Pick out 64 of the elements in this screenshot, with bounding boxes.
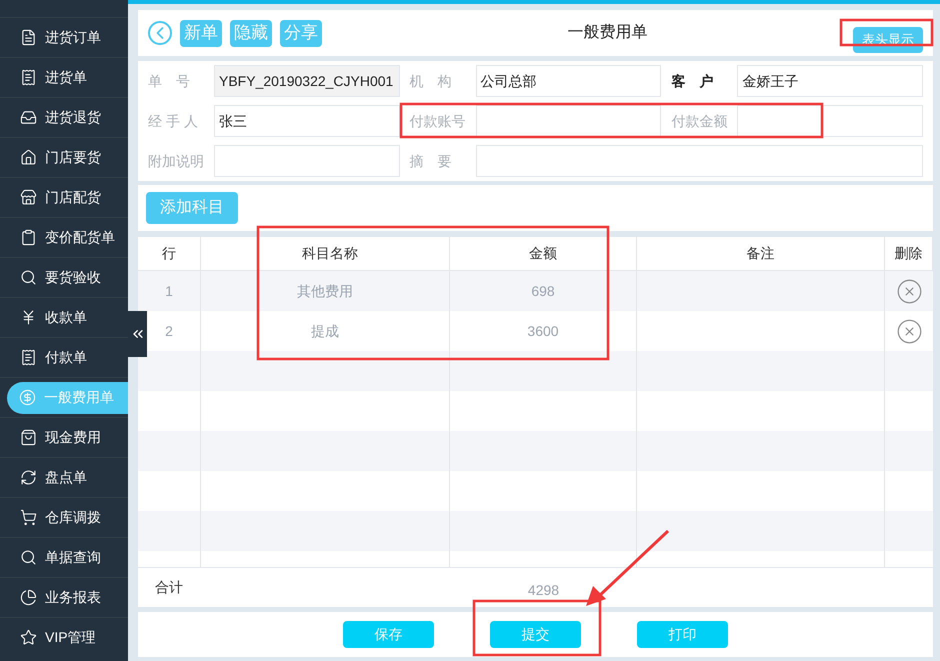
field-label: 付款账号 — [410, 112, 467, 130]
sidebar-item[interactable]: 仓库调拨 — [0, 502, 128, 534]
field-label: 机 构 — [410, 72, 453, 90]
input-field[interactable] — [737, 105, 923, 137]
house-icon — [20, 149, 37, 166]
sidebar-item[interactable]: 付款单 — [0, 342, 128, 374]
sidebar-item[interactable]: 收款单 — [0, 302, 128, 334]
field-label: 客 户 — [671, 72, 714, 90]
column-header: 行 — [162, 244, 176, 263]
sidebar-item[interactable]: 进货订单 — [0, 22, 128, 54]
input-field[interactable] — [214, 145, 400, 177]
field-label: 经 手 人 — [148, 112, 199, 130]
input-field[interactable] — [476, 145, 923, 177]
delete-icon[interactable] — [896, 278, 922, 304]
total-label: 合计 — [154, 578, 184, 597]
document-icon — [20, 29, 37, 46]
sidebar-item[interactable]: 门店配货 — [0, 182, 128, 214]
field-label: 摘 要 — [410, 152, 453, 170]
sidebar-item[interactable]: 变价配货单 — [0, 222, 128, 254]
sidebar-item[interactable]: VIP管理 — [0, 622, 128, 654]
bag-icon — [20, 429, 37, 446]
delete-icon[interactable] — [896, 318, 922, 344]
field-label: 单 号 — [148, 72, 191, 90]
search-icon — [20, 549, 37, 566]
store-icon — [20, 189, 37, 206]
table-cell-text: 2 — [165, 322, 173, 340]
field-label: 付款金额 — [671, 112, 728, 130]
total-amount: 4298 — [526, 581, 560, 600]
sidebar-item[interactable]: 进货单 — [0, 62, 128, 94]
back-icon[interactable] — [148, 21, 172, 45]
column-header: 金额 — [529, 244, 557, 263]
input-field[interactable]: 张三 — [214, 105, 400, 137]
input-field[interactable]: YBFY_20190322_CJYH001 — [214, 65, 400, 97]
input-field[interactable] — [476, 105, 662, 137]
input-field[interactable]: 金娇王子 — [737, 65, 923, 97]
sidebar-item[interactable]: 单据查询 — [0, 542, 128, 574]
pie-chart-icon — [20, 589, 37, 606]
table-cell-text: 1 — [165, 282, 173, 300]
column-header: 删除 — [894, 244, 922, 263]
column-header: 科目名称 — [301, 244, 358, 263]
inbox-icon — [20, 109, 37, 126]
table-cell-text: 其他费用 — [297, 282, 353, 300]
collapse-tab[interactable] — [128, 311, 147, 357]
receipt-icon — [20, 349, 37, 366]
receipt-icon — [20, 69, 37, 86]
field-label: 附加说明 — [148, 152, 205, 170]
star-icon — [20, 629, 37, 646]
search-icon — [20, 269, 37, 286]
coin-icon — [19, 389, 36, 406]
clipboard-icon — [20, 229, 37, 246]
sidebar-item[interactable]: 进货退货 — [0, 102, 128, 134]
sidebar-item[interactable]: 业务报表 — [0, 582, 128, 614]
refresh-icon — [20, 469, 37, 486]
table-cell-text: 698 — [531, 282, 555, 300]
column-header: 备注 — [746, 244, 774, 263]
input-field[interactable]: 公司总部 — [476, 65, 662, 97]
sidebar-item[interactable]: 现金费用 — [0, 422, 128, 454]
table-cell-text: 3600 — [527, 322, 559, 340]
sidebar-item[interactable]: 要货验收 — [0, 262, 128, 294]
table-cell-text: 提成 — [311, 322, 339, 340]
sidebar-item[interactable]: 盘点单 — [0, 462, 128, 494]
sidebar-item[interactable]: 门店要货 — [0, 142, 128, 174]
page-title: 一般费用单 — [566, 22, 648, 43]
cart-icon — [20, 509, 37, 526]
